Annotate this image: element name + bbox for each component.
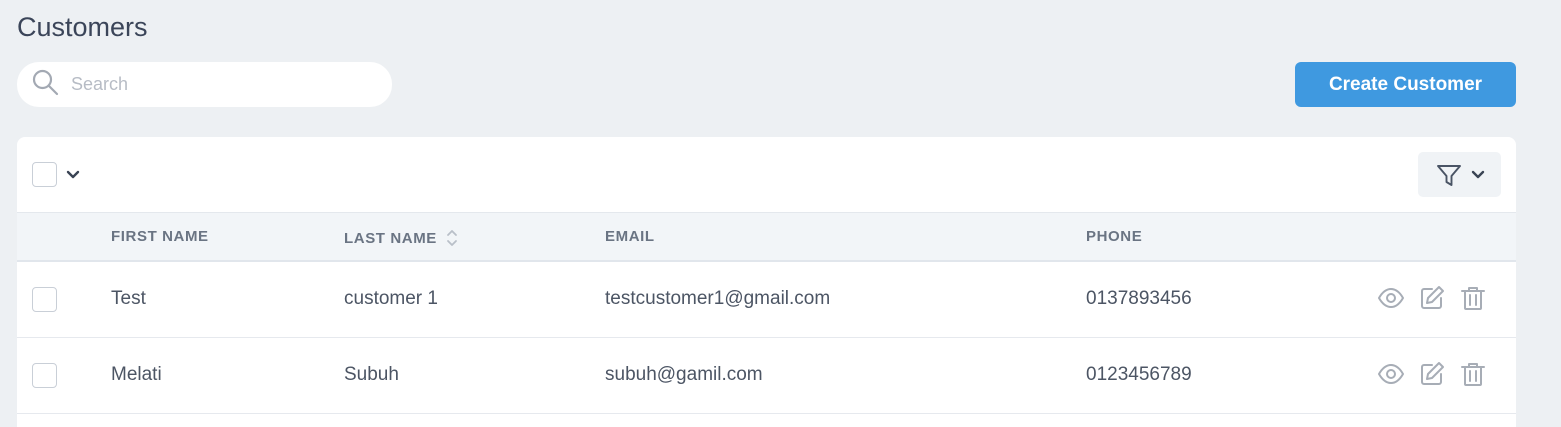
email-cell: testcustomer1@gmail.com xyxy=(605,288,831,309)
row-checkbox[interactable] xyxy=(32,287,57,312)
edit-icon[interactable] xyxy=(1418,284,1446,312)
trash-icon[interactable] xyxy=(1459,360,1487,388)
search-input[interactable] xyxy=(71,74,351,95)
search-icon xyxy=(31,68,59,101)
table-row: Test customer 1 testcustomer1@gmail.com … xyxy=(17,262,1516,338)
filter-icon xyxy=(1436,164,1461,186)
customers-table-card: FIRST NAME LAST NAME EMAIL PHONE Test cu… xyxy=(17,137,1516,427)
eye-icon[interactable] xyxy=(1377,284,1405,312)
last-name-cell: Subuh xyxy=(344,364,399,385)
sort-icon[interactable] xyxy=(445,228,459,248)
row-actions xyxy=(1377,360,1487,388)
first-name-cell: Test xyxy=(111,288,146,309)
first-name-cell: Melati xyxy=(111,364,162,385)
row-checkbox[interactable] xyxy=(32,363,57,388)
edit-icon[interactable] xyxy=(1418,360,1446,388)
chevron-down-icon[interactable] xyxy=(66,170,80,180)
filter-button[interactable] xyxy=(1418,152,1501,197)
row-actions xyxy=(1377,284,1487,312)
create-customer-button[interactable]: Create Customer xyxy=(1295,62,1516,107)
table-header: FIRST NAME LAST NAME EMAIL PHONE xyxy=(17,212,1516,262)
eye-icon[interactable] xyxy=(1377,360,1405,388)
column-header-first-name: FIRST NAME xyxy=(111,228,209,245)
column-label: EMAIL xyxy=(605,228,655,245)
column-label: PHONE xyxy=(1086,228,1143,245)
table-toolbar xyxy=(17,137,1516,212)
column-label: LAST NAME xyxy=(344,229,437,247)
select-all-checkbox[interactable] xyxy=(32,162,57,187)
table-row: Melati Subuh subuh@gamil.com 0123456789 xyxy=(17,338,1516,414)
column-header-last-name[interactable]: LAST NAME xyxy=(344,228,459,248)
page-title: Customers xyxy=(17,12,148,42)
column-header-phone: PHONE xyxy=(1086,228,1142,245)
phone-cell: 0137893456 xyxy=(1086,288,1192,309)
search-bar[interactable] xyxy=(17,62,392,107)
column-header-email: EMAIL xyxy=(605,228,655,245)
last-name-cell: customer 1 xyxy=(344,288,438,309)
chevron-down-icon xyxy=(1471,170,1484,178)
trash-icon[interactable] xyxy=(1459,284,1487,312)
bulk-select[interactable] xyxy=(32,162,80,187)
column-label: FIRST NAME xyxy=(111,228,209,245)
email-cell: subuh@gamil.com xyxy=(605,364,763,385)
phone-cell: 0123456789 xyxy=(1086,364,1192,385)
